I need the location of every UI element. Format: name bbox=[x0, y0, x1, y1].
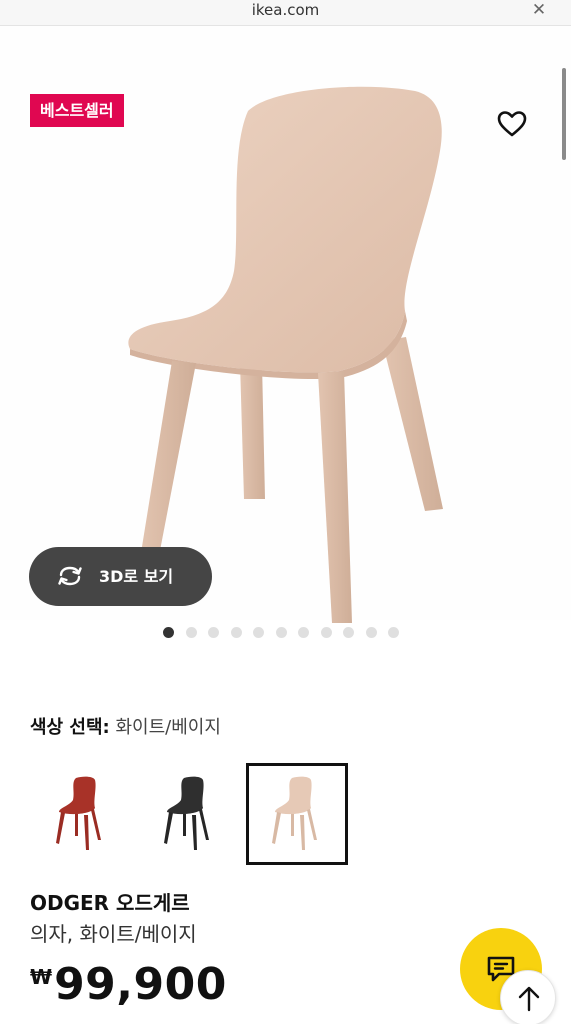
carousel-dot[interactable] bbox=[298, 627, 309, 638]
carousel-dot[interactable] bbox=[320, 627, 332, 638]
carousel-dot[interactable] bbox=[275, 627, 287, 638]
carousel-dot[interactable] bbox=[253, 627, 264, 638]
chair-thumbnail-red bbox=[56, 776, 101, 850]
arrow-up-icon bbox=[518, 986, 540, 1012]
bestseller-badge: 베스트셀러 bbox=[30, 94, 124, 127]
view-3d-button[interactable]: 3D로 보기 bbox=[29, 547, 212, 606]
color-select-value: 화이트/베이지 bbox=[115, 717, 221, 738]
color-select-label: 색상 선택: bbox=[30, 717, 110, 738]
carousel-dot[interactable] bbox=[230, 627, 242, 638]
carousel-dot[interactable] bbox=[388, 627, 399, 638]
color-option-white-beige[interactable] bbox=[246, 763, 348, 865]
page-scrollbar[interactable] bbox=[562, 68, 566, 160]
color-option-black[interactable] bbox=[138, 763, 240, 865]
price-currency: ₩ bbox=[30, 965, 53, 989]
product-name: ODGER 오드게르 bbox=[30, 891, 190, 915]
product-description: 의자, 화이트/베이지 bbox=[30, 922, 197, 946]
product-price: ₩ 99,900 bbox=[30, 955, 227, 1015]
rotate-3d-icon bbox=[58, 566, 82, 586]
price-value: 99,900 bbox=[54, 959, 227, 1010]
view-3d-label: 3D로 보기 bbox=[99, 567, 174, 586]
browser-url-bar[interactable]: ikea.com ✕ bbox=[0, 0, 571, 26]
carousel-dots[interactable] bbox=[163, 627, 399, 639]
heart-icon[interactable] bbox=[496, 108, 528, 140]
scroll-to-top-button[interactable] bbox=[500, 970, 556, 1024]
carousel-dot[interactable] bbox=[185, 627, 197, 638]
carousel-dot[interactable] bbox=[343, 627, 354, 638]
carousel-dot[interactable] bbox=[163, 627, 174, 638]
url-text[interactable]: ikea.com bbox=[0, 0, 571, 20]
color-select-row: 색상 선택: 화이트/베이지 bbox=[30, 715, 221, 741]
carousel-dot[interactable] bbox=[365, 627, 377, 638]
close-icon[interactable]: ✕ bbox=[529, 0, 549, 20]
color-option-red[interactable] bbox=[30, 763, 132, 865]
product-image-carousel[interactable]: 베스트셀러 3D로 보기 bbox=[0, 26, 571, 623]
carousel-dot[interactable] bbox=[208, 627, 219, 638]
chair-thumbnail-black bbox=[164, 776, 209, 850]
chair-thumbnail-beige bbox=[272, 776, 317, 850]
